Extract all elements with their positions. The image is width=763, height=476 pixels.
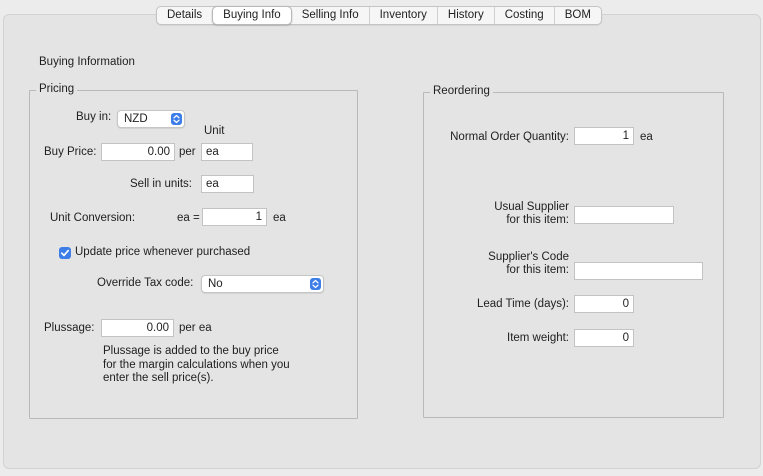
unit-conversion-input[interactable] <box>202 208 267 226</box>
item-weight-label: Item weight: <box>507 332 569 344</box>
item-weight-input[interactable] <box>574 329 634 347</box>
supplier-code-label-line1: Supplier's Code <box>488 251 569 263</box>
update-price-label[interactable]: Update price whenever purchased <box>75 246 250 258</box>
override-tax-select[interactable]: No <box>201 275 324 293</box>
tab-bom[interactable]: BOM <box>553 7 601 24</box>
lead-time-label: Lead Time (days): <box>476 298 569 310</box>
supplier-code-input[interactable] <box>574 262 703 280</box>
update-price-checkbox[interactable] <box>59 247 71 259</box>
override-tax-label: Override Tax code: <box>97 277 194 289</box>
plussage-note-line: enter the sell price(s). <box>103 372 214 384</box>
buy-in-currency-value: NZD <box>124 113 148 125</box>
reordering-legend: Reordering <box>430 85 493 97</box>
normal-order-qty-unit: ea <box>640 131 653 143</box>
buy-price-label: Buy Price: <box>44 146 97 158</box>
plussage-note-line: Plussage is added to the buy price <box>103 345 279 357</box>
normal-order-qty-label: Normal Order Quantity: <box>450 131 569 143</box>
buy-in-currency-select[interactable]: NZD <box>117 110 185 128</box>
sell-in-units-input[interactable] <box>201 175 254 193</box>
usual-supplier-label-line1: Usual Supplier <box>494 201 569 213</box>
unit-column-header: Unit <box>204 125 225 137</box>
override-tax-value: No <box>208 278 223 290</box>
per-label: per <box>179 146 196 158</box>
conversion-prefix: ea = <box>177 212 200 224</box>
plussage-label: Plussage: <box>44 322 95 334</box>
updown-chevron-icon <box>310 278 321 290</box>
tab-bar: Details Buying Info Selling Info Invento… <box>156 6 602 25</box>
tab-inventory[interactable]: Inventory <box>368 7 437 24</box>
sell-in-units-label: Sell in units: <box>130 178 193 190</box>
conversion-suffix: ea <box>273 212 286 224</box>
usual-supplier-input[interactable] <box>574 206 674 224</box>
plussage-note-line: for the margin calculations when you <box>103 358 290 371</box>
pricing-legend: Pricing <box>36 83 78 95</box>
unit-conversion-label: Unit Conversion: <box>50 212 136 224</box>
checkmark-icon <box>60 249 70 257</box>
plussage-input[interactable] <box>101 319 174 337</box>
section-heading: Buying Information <box>39 56 135 68</box>
lead-time-input[interactable] <box>574 295 634 313</box>
normal-order-qty-input[interactable] <box>574 127 634 145</box>
tab-costing[interactable]: Costing <box>493 7 554 24</box>
updown-chevron-icon <box>171 113 182 125</box>
tab-selling-info[interactable]: Selling Info <box>292 7 369 24</box>
plussage-note: Plussage is added to the buy price for t… <box>103 345 290 386</box>
usual-supplier-label-line2: for this item: <box>506 214 569 226</box>
plussage-suffix: per ea <box>179 322 212 334</box>
tab-buying-info[interactable]: Buying Info <box>212 6 292 25</box>
buy-unit-input[interactable] <box>201 143 253 161</box>
tab-details[interactable]: Details <box>157 7 212 24</box>
buy-in-label: Buy in: <box>76 111 112 123</box>
buy-price-input[interactable] <box>101 143 175 161</box>
tab-history[interactable]: History <box>436 7 494 24</box>
supplier-code-label-line2: for this item: <box>506 264 569 276</box>
